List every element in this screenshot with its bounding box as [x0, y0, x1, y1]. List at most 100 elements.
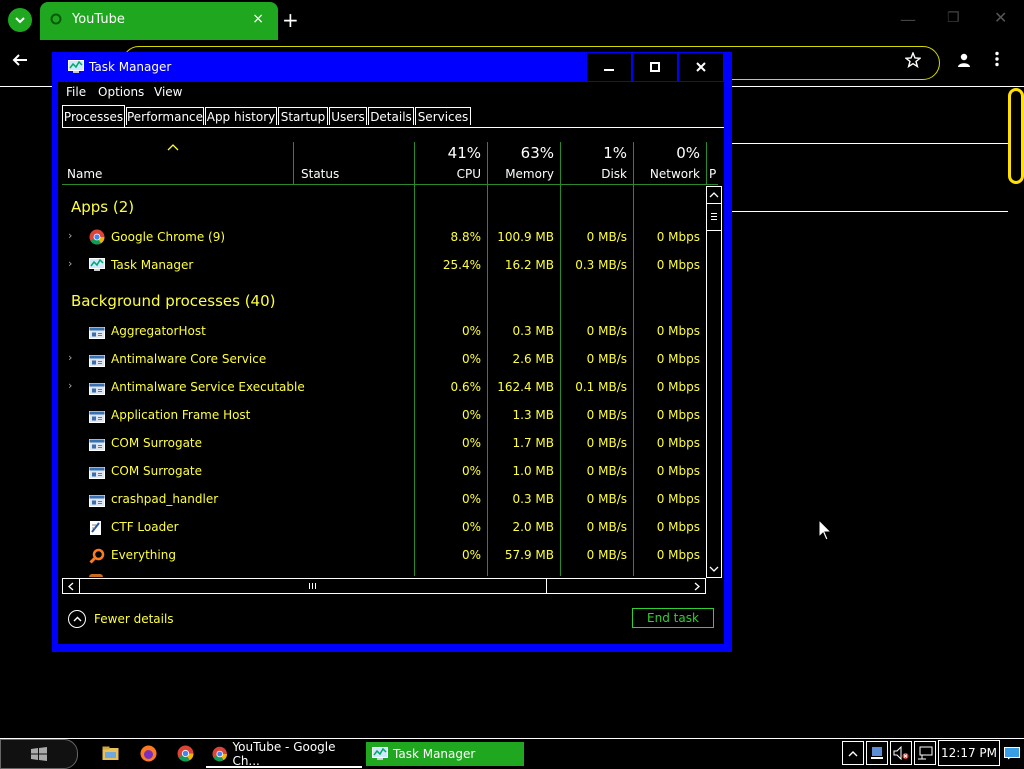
scroll-thumb[interactable]	[707, 203, 721, 231]
menu-file[interactable]: File	[66, 85, 86, 99]
chevron-up-circle-icon[interactable]	[68, 610, 86, 628]
more-menu-icon[interactable]	[994, 51, 1000, 67]
table-row[interactable]: › Antimalware Service Executable 0.6% 162.4…	[62, 378, 706, 398]
tab-users[interactable]: Users	[329, 107, 367, 125]
expand-chevron-icon[interactable]: ›	[68, 257, 72, 270]
taskbar-task-manager[interactable]: Task Manager	[366, 742, 524, 766]
disk-value: 0 MB/s	[586, 436, 627, 450]
table-row[interactable]: COM Surrogate 0% 1.0 MB 0 MB/s 0 Mbps	[62, 462, 706, 482]
start-button[interactable]	[0, 739, 78, 769]
disk-value: 0 MB/s	[586, 520, 627, 534]
tab-services[interactable]: Services	[415, 107, 471, 125]
cpu-value: 0.6%	[450, 380, 482, 394]
horizontal-scrollbar[interactable]	[62, 578, 706, 594]
cpu-value: 0%	[461, 436, 481, 450]
table-row[interactable]: COM Surrogate 0% 1.7 MB 0 MB/s 0 Mbps	[62, 434, 706, 454]
loading-icon	[50, 13, 62, 25]
back-arrow-icon[interactable]	[12, 52, 28, 68]
col-cpu[interactable]: CPU	[421, 167, 481, 181]
table-row[interactable]: › Google Chrome (9) 8.8% 100.9 MB 0 MB/s…	[62, 228, 706, 248]
menu-view[interactable]: View	[154, 85, 182, 99]
col-status[interactable]: Status	[301, 167, 339, 181]
tab-startup[interactable]: Startup	[278, 107, 328, 125]
memory-value: 1.0 MB	[512, 464, 554, 478]
memory-value: 1.7 MB	[512, 436, 554, 450]
network-value: 0 Mbps	[656, 520, 700, 534]
chrome-icon[interactable]	[177, 745, 194, 762]
expand-chevron-icon[interactable]: ›	[68, 379, 72, 392]
system-clock[interactable]: 12:17 PM	[938, 740, 1000, 766]
profile-icon[interactable]	[956, 52, 972, 68]
close-tab-icon[interactable]: ×	[252, 11, 264, 27]
scroll-down-icon[interactable]	[709, 565, 719, 573]
volume-muted-icon[interactable]	[890, 741, 912, 765]
process-icon	[89, 324, 105, 343]
tray-device-icon[interactable]	[866, 741, 888, 765]
col-memory-pct[interactable]: 63%	[494, 144, 554, 162]
new-tab-button[interactable]: +	[282, 8, 299, 32]
network-value: 0 Mbps	[656, 230, 700, 244]
close-window-icon[interactable]: ✕	[994, 8, 1007, 27]
process-name: CTF Loader	[111, 520, 179, 534]
tab-performance[interactable]: Performance	[126, 107, 204, 125]
scroll-up-icon[interactable]	[709, 191, 719, 199]
title-bar[interactable]: Task Manager	[52, 52, 732, 82]
col-cpu-pct[interactable]: 41%	[421, 144, 481, 162]
menu-options[interactable]: Options	[98, 85, 144, 99]
taskmanager-icon	[89, 258, 105, 271]
tab-processes[interactable]: Processes	[62, 105, 125, 127]
process-icon	[89, 492, 105, 511]
expand-chevron-icon[interactable]: ›	[68, 351, 72, 364]
memory-value: 1.3 MB	[512, 408, 554, 422]
file-explorer-icon[interactable]	[102, 746, 119, 761]
col-disk[interactable]: Disk	[567, 167, 627, 181]
table-row[interactable]: Everything 0% 57.9 MB 0 MB/s 0 Mbps	[62, 546, 706, 566]
tab-app-history[interactable]: App history	[205, 107, 277, 125]
cpu-value: 0%	[461, 548, 481, 562]
vertical-scrollbar[interactable]	[706, 186, 722, 578]
memory-value: 0.3 MB	[512, 324, 554, 338]
col-network-pct[interactable]: 0%	[640, 144, 700, 162]
cpu-value: 0%	[461, 324, 481, 338]
minimize-button[interactable]	[587, 53, 631, 81]
maximize-button[interactable]	[633, 53, 677, 81]
tab-search-button[interactable]	[8, 8, 32, 32]
chrome-icon	[212, 746, 227, 762]
network-value: 0 Mbps	[656, 258, 700, 272]
expand-chevron-icon[interactable]: ›	[68, 229, 72, 242]
show-hidden-icons-button[interactable]	[842, 741, 864, 765]
col-disk-pct[interactable]: 1%	[567, 144, 627, 162]
table-row[interactable]: AggregatorHost 0% 0.3 MB 0 MB/s 0 Mbps	[62, 322, 706, 342]
scroll-right-icon[interactable]	[693, 582, 701, 591]
tab-details[interactable]: Details	[368, 107, 414, 125]
table-row[interactable]: Application Frame Host 0% 1.3 MB 0 MB/s 0 Mb…	[62, 406, 706, 426]
restore-icon[interactable]: ❐	[947, 10, 960, 26]
fewer-details-link[interactable]: Fewer details	[94, 612, 174, 626]
sort-up-icon	[167, 144, 179, 151]
memory-value: 162.4 MB	[497, 380, 554, 394]
firefox-icon[interactable]	[140, 745, 157, 762]
network-icon[interactable]	[914, 741, 936, 765]
notification-icon[interactable]	[1002, 742, 1022, 764]
table-row[interactable]: crashpad_handler 0% 0.3 MB 0 MB/s 0 Mbps	[62, 490, 706, 510]
process-name: Everything	[111, 548, 176, 562]
col-name[interactable]: Name	[67, 167, 102, 181]
scroll-left-icon[interactable]	[67, 582, 75, 591]
col-power[interactable]: P	[709, 167, 716, 181]
table-row[interactable]: CTF Loader 0% 2.0 MB 0 MB/s 0 Mbps	[62, 518, 706, 538]
tab-youtube[interactable]: YouTube ×	[40, 2, 278, 40]
page-scrollbar[interactable]	[1008, 88, 1024, 184]
cpu-value: 0%	[461, 492, 481, 506]
scroll-thumb[interactable]	[79, 579, 547, 593]
col-memory[interactable]: Memory	[494, 167, 554, 181]
end-task-button[interactable]: End task	[632, 608, 714, 628]
close-button[interactable]	[679, 53, 723, 81]
network-value: 0 Mbps	[656, 548, 700, 562]
minimize-icon[interactable]: —	[900, 10, 916, 29]
col-network[interactable]: Network	[640, 167, 700, 181]
browser-tab-strip: YouTube × + — ❐ ✕	[0, 0, 1024, 40]
table-row[interactable]: › Task Manager 25.4% 16.2 MB 0.3 MB/s 0 …	[62, 256, 706, 276]
bookmark-star-icon[interactable]	[905, 52, 921, 68]
table-row[interactable]: › Antimalware Core Service 0% 2.6 MB 0 MB/s 0…	[62, 350, 706, 370]
taskbar-chrome-window[interactable]: YouTube - Google Ch...	[206, 740, 362, 768]
